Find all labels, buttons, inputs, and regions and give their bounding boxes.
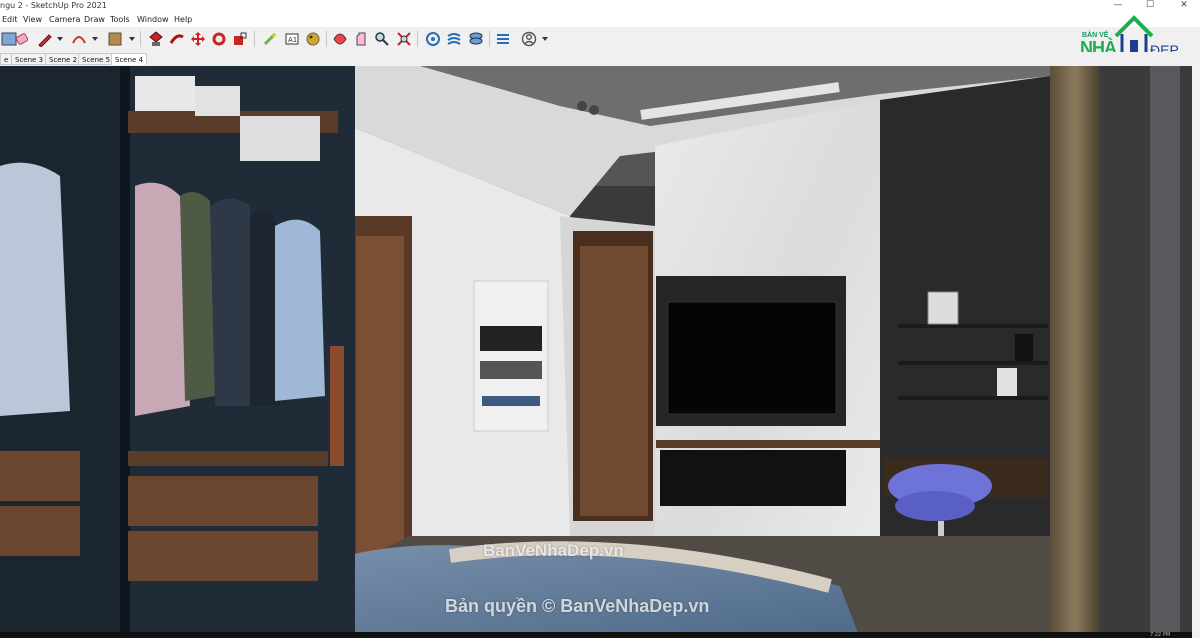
arc-dropdown-icon[interactable] <box>92 37 98 41</box>
toolbar-divider <box>489 31 490 47</box>
zoom-extents-icon[interactable] <box>395 30 413 48</box>
tab-scene-3[interactable]: Scene 3 <box>11 53 48 65</box>
paint-bucket-icon[interactable] <box>106 30 124 48</box>
pan-icon[interactable] <box>352 30 370 48</box>
arc-icon[interactable] <box>70 30 88 48</box>
pencil-icon[interactable] <box>36 30 54 48</box>
maximize-button[interactable]: ☐ <box>1136 0 1164 11</box>
scale-icon[interactable] <box>231 30 249 48</box>
follow-me-icon[interactable] <box>168 30 186 48</box>
pencil-dropdown-icon[interactable] <box>57 37 63 41</box>
stack-icon[interactable] <box>467 30 485 48</box>
taskbar <box>0 632 1192 638</box>
toolbar-divider <box>140 31 141 47</box>
menu-bar: Edit View Camera Draw Tools Window Help <box>0 13 1200 27</box>
zoom-icon[interactable] <box>373 30 391 48</box>
title-bar: ngu 2 - SketchUp Pro 2021 — ☐ ✕ <box>0 0 1200 13</box>
orbit-icon[interactable] <box>331 30 349 48</box>
svg-text:A1: A1 <box>288 36 297 44</box>
menu-tools[interactable]: Tools <box>110 15 130 24</box>
dimension-icon[interactable]: A1 <box>283 30 301 48</box>
eraser-icon[interactable] <box>13 30 31 48</box>
close-button[interactable]: ✕ <box>1170 0 1198 11</box>
menu-help[interactable]: Help <box>174 15 192 24</box>
menu-edit[interactable]: Edit <box>2 15 18 24</box>
toolbar-divider <box>417 31 418 47</box>
rotate-icon[interactable] <box>210 30 228 48</box>
menu-view[interactable]: View <box>23 15 42 24</box>
layers-icon[interactable] <box>445 30 463 48</box>
tab-scene-4[interactable]: Scene 4 <box>111 53 148 65</box>
minimize-button[interactable]: — <box>1104 0 1132 11</box>
push-pull-icon[interactable] <box>147 30 165 48</box>
watermark-center: BanVeNhaDep.vn <box>483 541 624 560</box>
account-icon[interactable] <box>520 30 538 48</box>
shape-dropdown-icon[interactable] <box>129 37 135 41</box>
toolbar-divider <box>326 31 327 47</box>
extension-icon[interactable] <box>494 30 512 48</box>
scene-tabs: e 1 Scene 3 Scene 2 Scene 5 Scene 4 <box>0 52 1200 66</box>
watermark-bottom: Bản quyền © BanVeNhaDep.vn <box>445 596 710 616</box>
window-title: ngu 2 - SketchUp Pro 2021 <box>0 1 107 10</box>
main-toolbar: A1 <box>0 27 1200 53</box>
tape-measure-icon[interactable] <box>261 30 279 48</box>
menu-camera[interactable]: Camera <box>49 15 80 24</box>
clock: 7:22 PM <box>1150 632 1171 638</box>
account-dropdown-icon[interactable] <box>542 37 548 41</box>
vertical-scrollbar[interactable] <box>1192 66 1200 638</box>
toolbar-divider <box>254 31 255 47</box>
styles-icon[interactable] <box>304 30 322 48</box>
model-viewport[interactable]: BanVeNhaDep.vn Bản quyền © BanVeNhaDep.v… <box>0 66 1192 638</box>
menu-window[interactable]: Window <box>137 15 169 24</box>
move-icon[interactable] <box>189 30 207 48</box>
menu-draw[interactable]: Draw <box>84 15 105 24</box>
components-icon[interactable] <box>424 30 442 48</box>
tab-scene-2[interactable]: Scene 2 <box>45 53 82 65</box>
tab-scene-5[interactable]: Scene 5 <box>78 53 115 65</box>
